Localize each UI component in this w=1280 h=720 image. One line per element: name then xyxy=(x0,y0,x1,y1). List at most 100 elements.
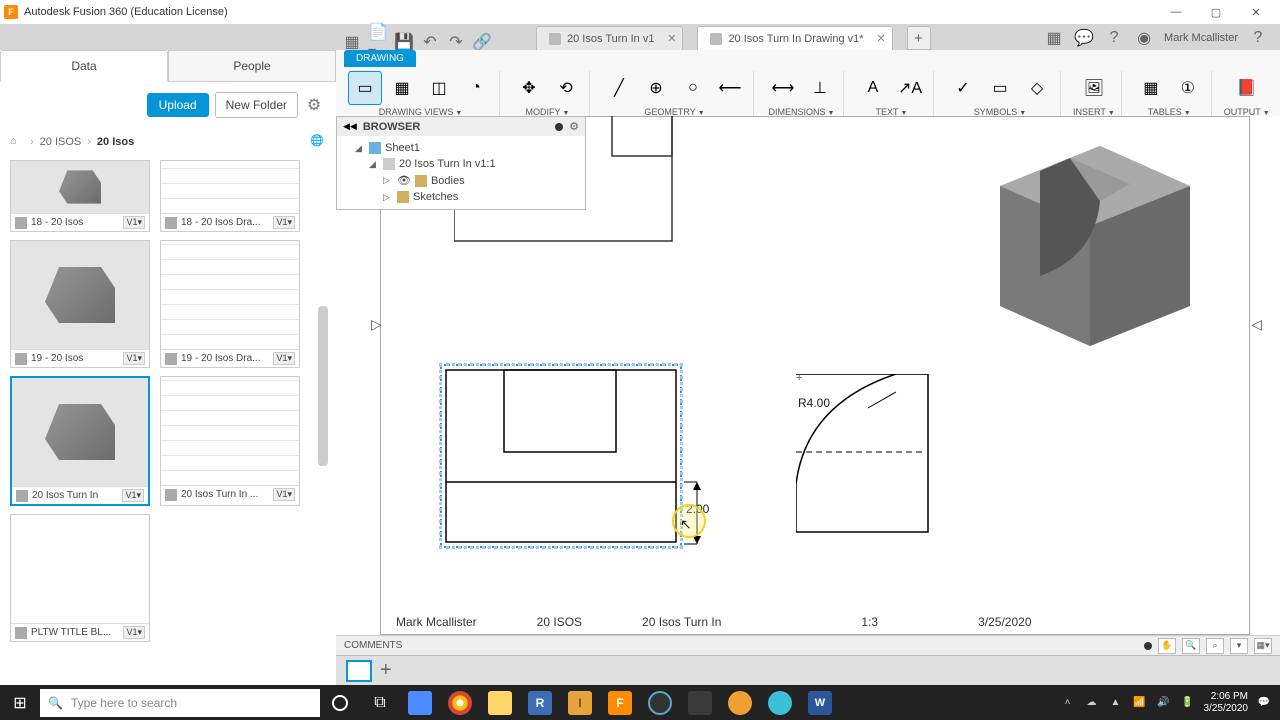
app-camera[interactable] xyxy=(680,685,720,720)
pdf-icon[interactable]: 📕 xyxy=(1230,71,1264,105)
version-dropdown[interactable]: V1▾ xyxy=(273,488,295,501)
taskview-icon[interactable]: ⧉ xyxy=(360,685,400,720)
tab-drawing[interactable]: 20 Isos Turn In Drawing v1* ✕ xyxy=(697,26,892,50)
tab-model[interactable]: 20 Isos Turn In v1 ✕ xyxy=(536,26,683,50)
expand-icon[interactable]: ▷ xyxy=(383,175,393,186)
search-box[interactable]: 🔍 Type here to search xyxy=(40,689,320,717)
ordinate-icon[interactable]: ⊥ xyxy=(803,71,837,105)
close-button[interactable]: ✕ xyxy=(1236,0,1276,24)
tree-bodies[interactable]: ▷👁Bodies xyxy=(341,172,581,189)
thumb-item[interactable]: 20 Isos Turn In ...V1▾ xyxy=(160,376,300,506)
datum-icon[interactable]: ◇ xyxy=(1020,71,1054,105)
dimension-icon[interactable]: ⟷ xyxy=(766,71,800,105)
projected-view-icon[interactable]: ▦ xyxy=(385,71,419,105)
balloon-icon[interactable]: ① xyxy=(1171,71,1205,105)
thumb-item[interactable]: PLTW TITLE BL...V1▾ xyxy=(10,514,150,642)
detail-view-icon[interactable]: ◔ xyxy=(459,71,493,105)
notifications-icon[interactable]: 💬 xyxy=(1256,695,1272,711)
app-circle[interactable] xyxy=(640,685,680,720)
tree-root[interactable]: ◢20 Isos Turn In v1:1 xyxy=(341,156,581,172)
tray-up-icon[interactable]: ˄ xyxy=(1060,695,1076,711)
thumb-item-selected[interactable]: 20 Isos Turn InV1▾ xyxy=(10,376,150,506)
save-icon[interactable]: 💾 xyxy=(394,32,414,52)
next-sheet-icon[interactable]: ◁ xyxy=(1251,316,1262,333)
move-icon[interactable]: ✥ xyxy=(512,71,546,105)
version-dropdown[interactable]: V1▾ xyxy=(123,216,145,229)
undo-icon[interactable]: ↶ xyxy=(420,32,440,52)
tray-security-icon[interactable]: ▲ xyxy=(1108,695,1124,711)
app-fusion[interactable]: F xyxy=(600,685,640,720)
centermark-icon[interactable]: ⊕ xyxy=(639,71,673,105)
tab-people[interactable]: People xyxy=(168,50,336,81)
expand-icon[interactable]: ▷ xyxy=(383,192,393,203)
minimize-button[interactable]: — xyxy=(1156,0,1196,24)
panel-settings-icon[interactable]: ⚙ xyxy=(304,95,324,115)
app-orange[interactable] xyxy=(720,685,760,720)
scrollbar[interactable] xyxy=(318,306,328,466)
section-view-icon[interactable]: ◫ xyxy=(422,71,456,105)
app-edge[interactable] xyxy=(760,685,800,720)
thumb-item[interactable]: 19 - 20 Isos Dra...V1▾ xyxy=(160,240,300,368)
tree-sheet[interactable]: ◢Sheet1 xyxy=(341,140,581,156)
tree-sketches[interactable]: ▷Sketches xyxy=(341,189,581,205)
surface-icon[interactable]: ✓ xyxy=(946,71,980,105)
app-zoom[interactable] xyxy=(400,685,440,720)
browser-settings-icon[interactable]: ⚙ xyxy=(569,120,579,133)
app-word[interactable]: W xyxy=(800,685,840,720)
comments-dot-icon[interactable] xyxy=(1144,642,1152,650)
rotate-icon[interactable]: ⟲ xyxy=(549,71,583,105)
clock[interactable]: 2:06 PM 3/25/2020 xyxy=(1204,691,1249,715)
leader-icon[interactable]: ↗A xyxy=(893,71,927,105)
app-explorer[interactable] xyxy=(480,685,520,720)
visibility-icon[interactable]: 👁 xyxy=(397,174,411,187)
notifications-icon[interactable]: 💬 xyxy=(1074,28,1094,48)
text-icon[interactable]: A xyxy=(856,71,890,105)
cortana-icon[interactable] xyxy=(320,685,360,720)
maximize-button[interactable]: ▢ xyxy=(1196,0,1236,24)
image-icon[interactable]: 🖼 xyxy=(1077,71,1111,105)
thumb-item[interactable]: 18 - 20 IsosV1▾ xyxy=(10,160,150,232)
version-dropdown[interactable]: V1▾ xyxy=(123,352,145,365)
pan-icon[interactable]: ✋ xyxy=(1158,638,1176,654)
app-revit[interactable]: R xyxy=(520,685,560,720)
version-dropdown[interactable]: V1▾ xyxy=(273,352,295,365)
home-icon[interactable]: ⌂ xyxy=(10,135,24,149)
expand-icon[interactable]: ◢ xyxy=(369,159,379,170)
version-dropdown[interactable]: V1▾ xyxy=(273,216,295,229)
comments-label[interactable]: COMMENTS xyxy=(344,640,402,651)
start-button[interactable]: ⊞ xyxy=(0,685,40,720)
grid-icon[interactable]: ▦ xyxy=(342,32,362,52)
close-tab-icon[interactable]: ✕ xyxy=(876,32,885,45)
ribbon-tab-drawing[interactable]: DRAWING xyxy=(344,50,416,67)
tray-battery-icon[interactable]: 🔋 xyxy=(1180,695,1196,711)
thumb-item[interactable]: 19 - 20 IsosV1▾ xyxy=(10,240,150,368)
file-icon[interactable]: 📄▾ xyxy=(368,32,388,52)
tray-onedrive-icon[interactable]: ☁ xyxy=(1084,695,1100,711)
display-icon[interactable]: ▦▾ xyxy=(1254,638,1272,654)
sheet-thumbnail[interactable] xyxy=(346,660,372,682)
version-dropdown[interactable]: V1▾ xyxy=(123,626,145,639)
zoom-icon[interactable]: 🔍 xyxy=(1182,638,1200,654)
redo-icon[interactable]: ↷ xyxy=(446,32,466,52)
bc-project[interactable]: 20 ISOS xyxy=(40,136,82,148)
browser-dot-icon[interactable] xyxy=(555,123,563,131)
add-sheet-button[interactable]: + xyxy=(380,659,392,682)
new-folder-button[interactable]: New Folder xyxy=(215,92,298,118)
tray-volume-icon[interactable]: 🔊 xyxy=(1156,695,1172,711)
radius-dimension[interactable]: R4.00 xyxy=(798,396,830,410)
base-view-icon[interactable]: ▭ xyxy=(348,71,382,105)
table-icon[interactable]: ▦ xyxy=(1134,71,1168,105)
profile-icon[interactable]: ◉ xyxy=(1134,28,1154,48)
front-view-selected[interactable] xyxy=(442,366,680,546)
tab-data[interactable]: Data xyxy=(0,50,168,82)
app-chrome[interactable] xyxy=(440,685,480,720)
fcf-icon[interactable]: ▭ xyxy=(983,71,1017,105)
isometric-view[interactable] xyxy=(940,116,1220,366)
help2-icon[interactable]: ? xyxy=(1248,28,1268,48)
header-username[interactable]: Mark Mcallister xyxy=(1164,32,1238,44)
new-tab-button[interactable]: + xyxy=(907,26,931,50)
extensions-icon[interactable]: ▦ xyxy=(1044,28,1064,48)
prev-sheet-icon[interactable]: ▷ xyxy=(371,316,382,333)
version-dropdown[interactable]: V1▾ xyxy=(122,489,144,502)
centerline-icon[interactable]: ╱ xyxy=(602,71,636,105)
